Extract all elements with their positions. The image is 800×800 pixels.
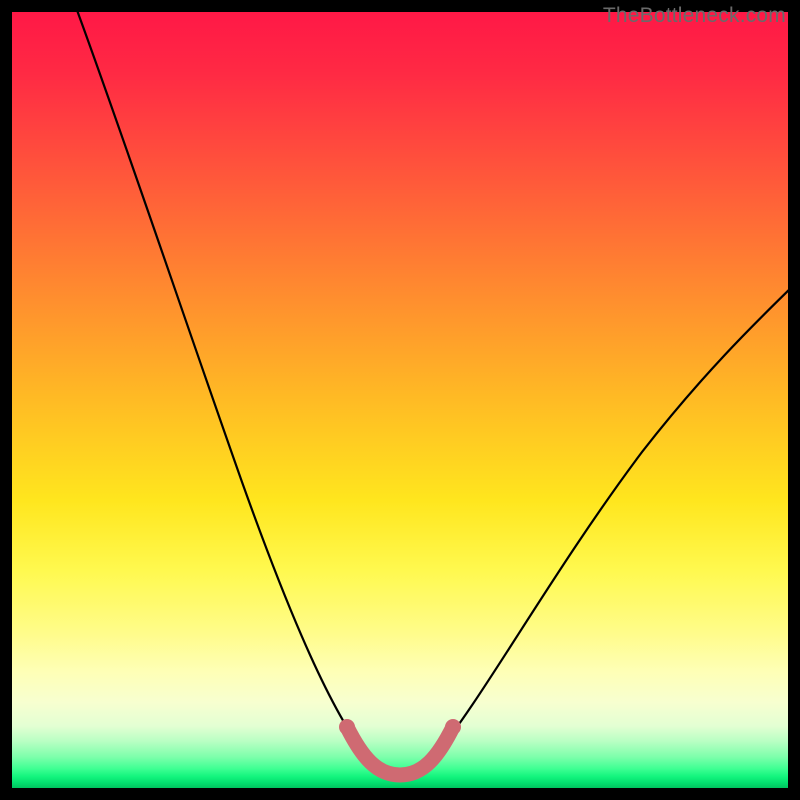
main-curve-path (74, 12, 788, 777)
highlight-dot-left (339, 719, 355, 735)
chart-frame: TheBottleneck.com (0, 0, 800, 800)
curve-svg (12, 12, 788, 788)
watermark-text: TheBottleneck.com (603, 4, 786, 28)
bottom-highlight-path (347, 727, 453, 775)
highlight-dot-right (445, 719, 461, 735)
highlight-dot-mid-left (367, 758, 381, 772)
plot-area (12, 12, 788, 788)
highlight-dot-mid-right (419, 758, 433, 772)
